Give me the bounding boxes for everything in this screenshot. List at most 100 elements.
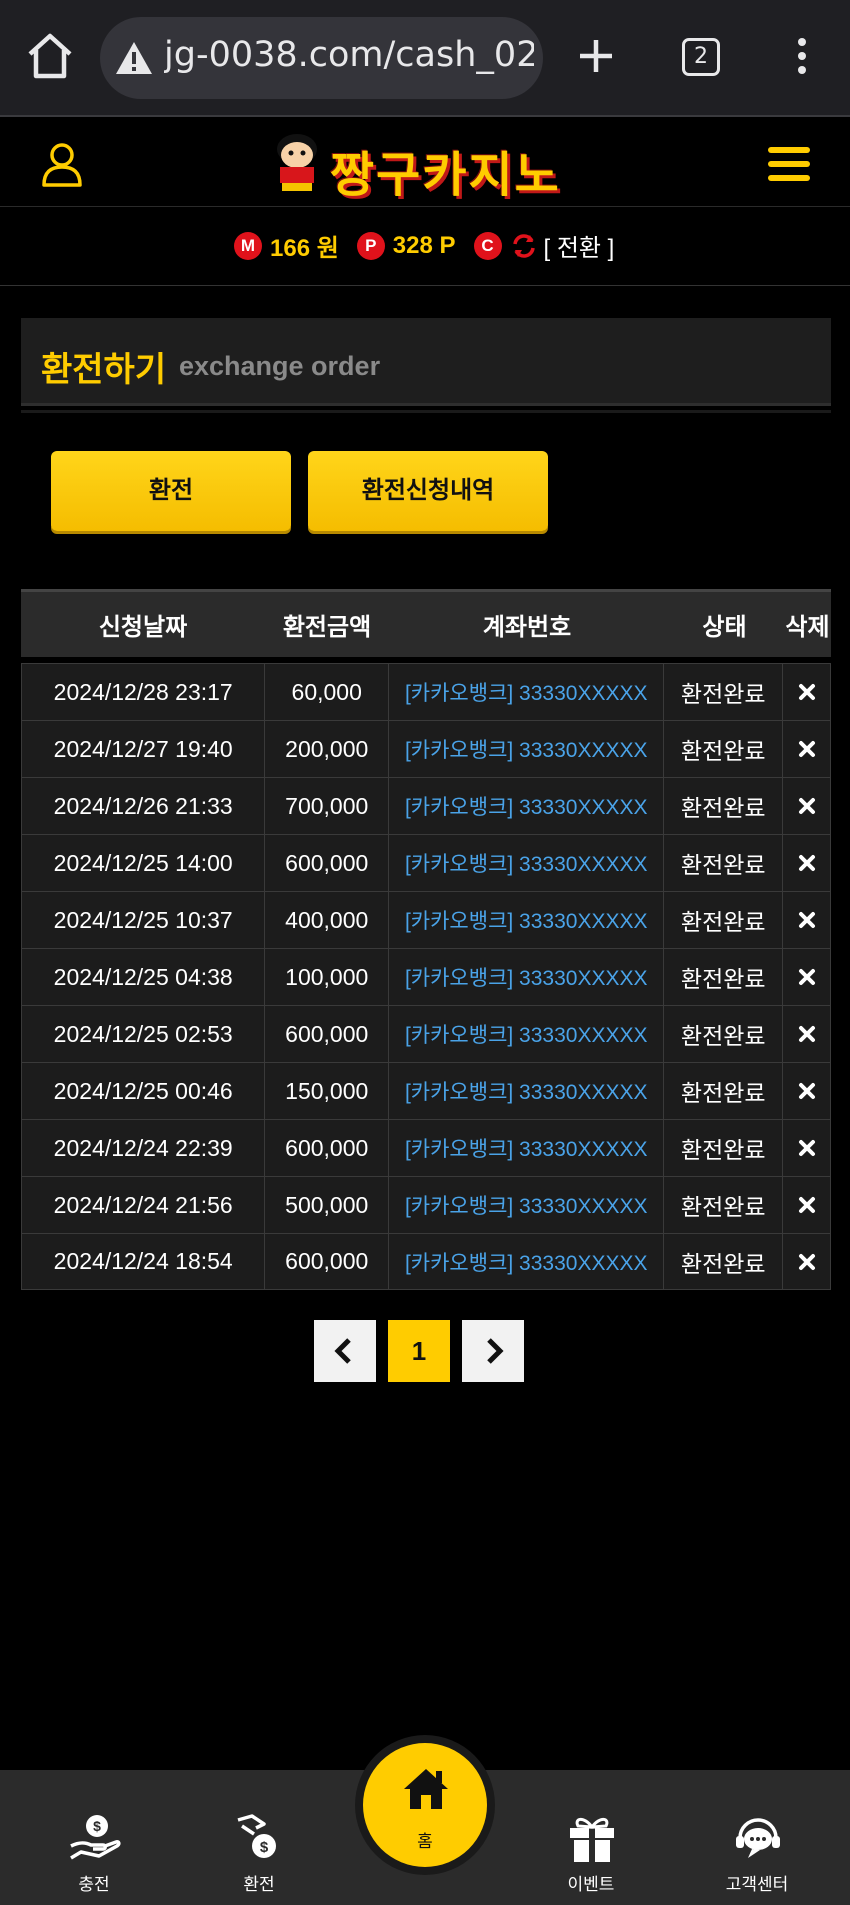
delete-button[interactable] (783, 1063, 830, 1119)
row-amount: 60,000 (265, 664, 390, 720)
row-account-link[interactable]: [카카오뱅크] 33330XXXXX (389, 835, 665, 891)
gift-icon (570, 1817, 614, 1862)
row-date: 2024/12/27 19:40 (22, 721, 266, 777)
row-date: 2024/12/26 21:33 (22, 778, 266, 834)
close-icon (798, 741, 815, 757)
row-date: 2024/12/28 23:17 (22, 664, 266, 720)
plus-icon[interactable] (574, 34, 618, 78)
nav-support[interactable]: 고객센터 (692, 1770, 822, 1905)
user-icon[interactable] (40, 141, 84, 187)
row-date: 2024/12/25 00:46 (22, 1063, 266, 1119)
delete-button[interactable] (783, 1234, 830, 1289)
close-icon (798, 969, 815, 985)
kebab-menu-icon[interactable] (790, 38, 814, 78)
row-status: 환전완료 (664, 1177, 784, 1233)
row-status: 환전완료 (664, 949, 784, 1005)
site-header: 짱구카지노 (0, 119, 850, 207)
row-amount: 600,000 (265, 835, 390, 891)
warning-icon[interactable] (114, 39, 154, 77)
delete-button[interactable] (783, 664, 830, 720)
row-status: 환전완료 (664, 892, 784, 948)
header-account: 계좌번호 (482, 614, 572, 641)
row-account-link[interactable]: [카카오뱅크] 33330XXXXX (389, 1006, 665, 1062)
row-account-link[interactable]: [카카오뱅크] 33330XXXXX (389, 778, 665, 834)
exchange-button[interactable]: 환전 (51, 451, 291, 531)
table-row: 2024/12/25 10:37 400,000 [카카오뱅크] 33330XXXX… (21, 891, 831, 948)
row-amount: 600,000 (265, 1120, 390, 1176)
row-account-link[interactable]: [카카오뱅크] 33330XXXXX (389, 1177, 665, 1233)
delete-button[interactable] (783, 892, 830, 948)
row-date: 2024/12/25 02:53 (22, 1006, 266, 1062)
delete-button[interactable] (783, 835, 830, 891)
hamburger-menu-icon[interactable] (768, 147, 810, 183)
close-icon (798, 855, 815, 871)
row-account-link[interactable]: [카카오뱅크] 33330XXXXX (389, 892, 665, 948)
delete-button[interactable] (783, 1006, 830, 1062)
svg-text:$: $ (260, 1839, 269, 1856)
prev-page-button[interactable] (314, 1320, 376, 1382)
row-amount: 700,000 (265, 778, 390, 834)
header-delete: 삭제 (785, 614, 830, 641)
nav-charge[interactable]: $ 충전 (29, 1770, 159, 1905)
close-icon (798, 1197, 815, 1213)
row-date: 2024/12/24 21:56 (22, 1177, 266, 1233)
site-logo[interactable]: 짱구카지노 (270, 131, 590, 203)
row-account-link[interactable]: [카카오뱅크] 33330XXXXX (389, 1063, 665, 1119)
row-account-link[interactable]: [카카오뱅크] 33330XXXXX (389, 721, 665, 777)
row-status: 환전완료 (664, 835, 784, 891)
table-row: 2024/12/24 18:54 600,000 [카카오뱅크] 33330XXXX… (21, 1233, 831, 1290)
delete-button[interactable] (783, 721, 830, 777)
nav-home[interactable]: 홈 (355, 1735, 495, 1875)
table-row: 2024/12/25 14:00 600,000 [카카오뱅크] 33330XXXX… (21, 834, 831, 891)
refresh-icon[interactable] (510, 232, 538, 260)
table-row: 2024/12/24 22:39 600,000 [카카오뱅크] 33330XXXX… (21, 1119, 831, 1176)
header-status: 상태 (702, 614, 747, 641)
close-icon (798, 798, 815, 814)
tabs-count-button[interactable]: 2 (682, 38, 720, 76)
close-icon (798, 1253, 815, 1270)
page-number-button[interactable]: 1 (388, 1320, 450, 1382)
row-account-link[interactable]: [카카오뱅크] 33330XXXXX (389, 1234, 665, 1289)
table-row: 2024/12/24 21:56 500,000 [카카오뱅크] 33330XXXX… (21, 1176, 831, 1233)
close-icon (798, 1026, 815, 1042)
nav-exchange-label: 환전 (243, 1875, 275, 1894)
table-row: 2024/12/25 02:53 600,000 [카카오뱅크] 33330XXXX… (21, 1005, 831, 1062)
url-text[interactable]: jg-0038.com/cash_02 (164, 35, 534, 75)
next-page-button[interactable] (462, 1320, 524, 1382)
delete-button[interactable] (783, 949, 830, 1005)
nav-home-label: 홈 (417, 1832, 433, 1851)
money-hand-icon: $ (70, 1815, 121, 1860)
casino-badge-icon: C (473, 231, 502, 260)
mascot-icon (277, 134, 317, 191)
row-account-link[interactable]: [카카오뱅크] 33330XXXXX (389, 664, 665, 720)
row-date: 2024/12/24 18:54 (22, 1234, 266, 1289)
nav-support-label: 고객센터 (725, 1875, 789, 1894)
close-icon (798, 1083, 815, 1099)
nav-exchange[interactable]: $ 환전 (194, 1770, 324, 1905)
table-row: 2024/12/26 21:33 700,000 [카카오뱅크] 33330XXXX… (21, 777, 831, 834)
money-balance: 166 원 (270, 235, 339, 262)
chevron-left-icon (334, 1338, 351, 1364)
row-status: 환전완료 (664, 1063, 784, 1119)
headset-chat-icon (736, 1818, 780, 1858)
money-give-icon: $ (237, 1814, 276, 1858)
delete-button[interactable] (783, 1120, 830, 1176)
svg-text:$: $ (93, 1818, 101, 1834)
exchange-history-button[interactable]: 환전신청내역 (308, 451, 548, 531)
address-bar[interactable]: jg-0038.com/cash_02 (100, 17, 543, 99)
home-icon[interactable] (22, 28, 78, 84)
row-account-link[interactable]: [카카오뱅크] 33330XXXXX (389, 1120, 665, 1176)
balance-bar: M 166 원 P 328 P C [ 전환 ] (0, 208, 850, 286)
row-date: 2024/12/25 04:38 (22, 949, 266, 1005)
row-account-link[interactable]: [카카오뱅크] 33330XXXXX (389, 949, 665, 1005)
row-amount: 100,000 (265, 949, 390, 1005)
page-title-box: 환전하기 exchange order (21, 318, 831, 406)
chevron-right-icon (487, 1338, 504, 1364)
row-status: 환전완료 (664, 1120, 784, 1176)
convert-link[interactable]: [ 전환 ] (544, 228, 615, 263)
delete-button[interactable] (783, 778, 830, 834)
row-amount: 600,000 (265, 1006, 390, 1062)
nav-event[interactable]: 이벤트 (526, 1770, 656, 1905)
delete-button[interactable] (783, 1177, 830, 1233)
row-amount: 600,000 (265, 1234, 390, 1289)
